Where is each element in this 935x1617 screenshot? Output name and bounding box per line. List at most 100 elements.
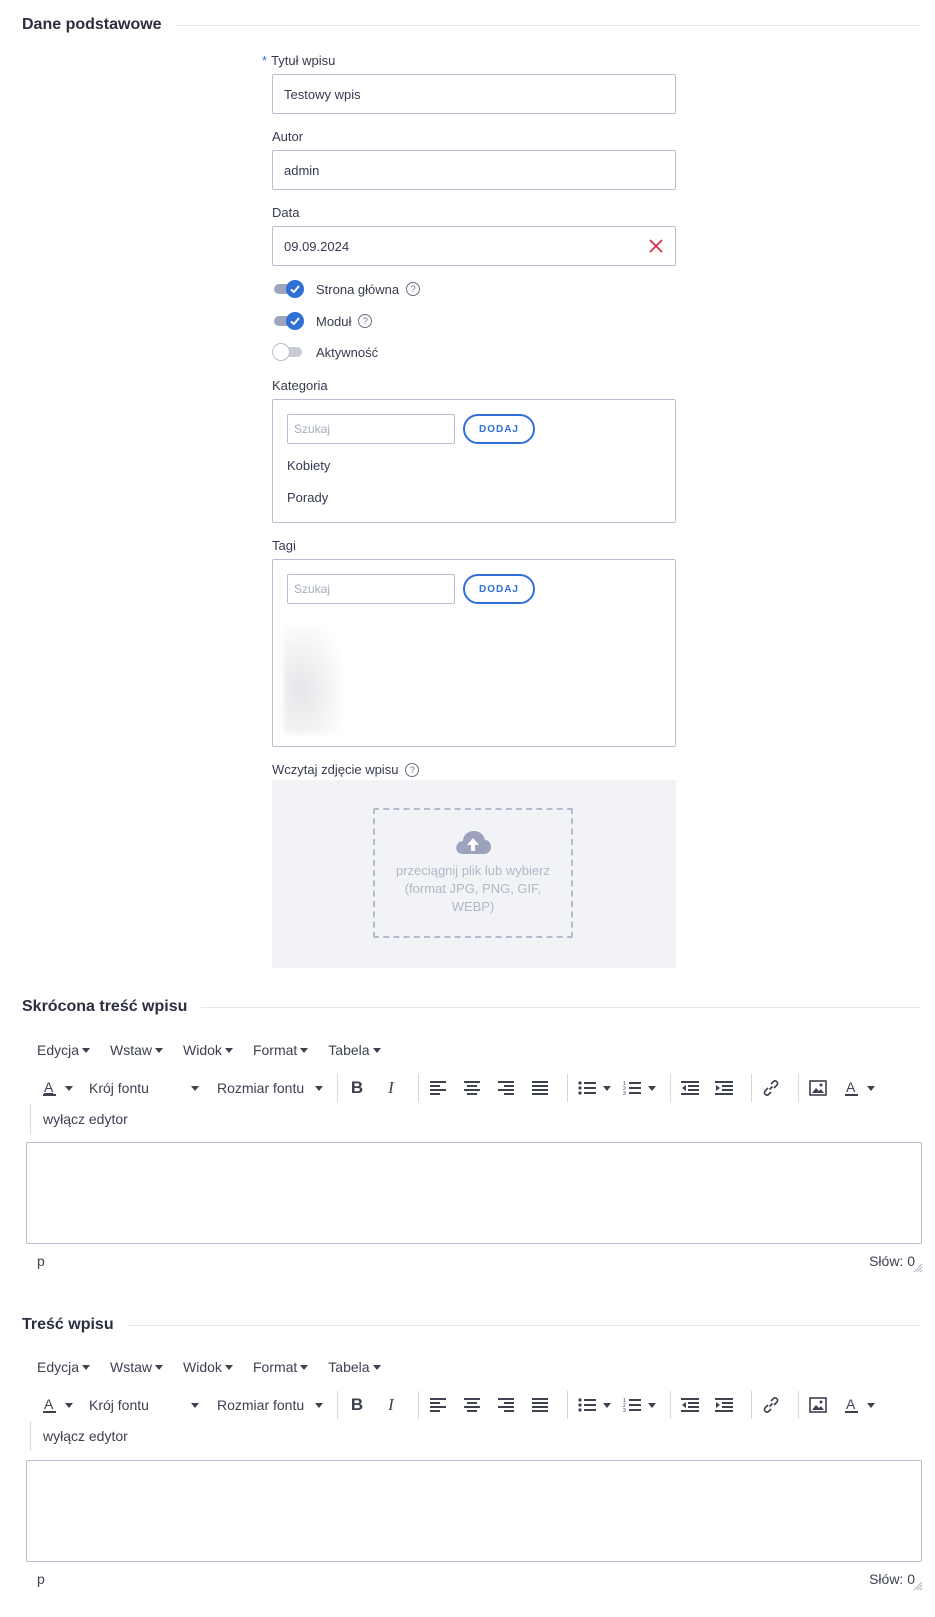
- svg-text:3: 3: [623, 1091, 626, 1096]
- active-switch[interactable]: [272, 342, 304, 362]
- editor-statusbar: p Słów: 0: [37, 1251, 923, 1273]
- link-icon[interactable]: [758, 1075, 784, 1101]
- caret-down-icon: [65, 1085, 73, 1091]
- post-title-value: Testowy wpis: [284, 86, 361, 102]
- font-family-select[interactable]: Krój fontu: [89, 1080, 199, 1096]
- resize-handle-icon[interactable]: [913, 1263, 923, 1273]
- content-editor[interactable]: [26, 1460, 922, 1562]
- outdent-icon[interactable]: [677, 1392, 703, 1418]
- menu-insert[interactable]: Wstaw: [110, 1359, 164, 1375]
- tags-add-button[interactable]: DODAJ: [463, 574, 535, 604]
- category-label: Kategoria: [272, 378, 328, 393]
- short-content-editor[interactable]: [26, 1142, 922, 1244]
- category-add-button[interactable]: DODAJ: [463, 414, 535, 444]
- cloud-upload-icon: [456, 831, 491, 854]
- file-dropzone[interactable]: przeciągnij plik lub wybierz (format JPG…: [373, 808, 573, 938]
- background-color-icon: A: [839, 1075, 865, 1101]
- svg-text:A: A: [44, 1396, 54, 1412]
- resize-handle-icon[interactable]: [913, 1581, 923, 1591]
- background-color-button[interactable]: A: [839, 1392, 875, 1418]
- toggle-module[interactable]: Moduł ?: [272, 311, 373, 331]
- date-input[interactable]: 09.09.2024: [272, 226, 676, 266]
- section-basic: Dane podstawowe: [22, 16, 921, 34]
- align-right-icon[interactable]: [493, 1392, 519, 1418]
- caret-down-icon: [155, 1364, 164, 1370]
- toggle-editor-button[interactable]: wyłącz edytor: [30, 1421, 128, 1451]
- menu-format[interactable]: Format: [253, 1042, 309, 1058]
- tags-box: Szukaj DODAJ: [272, 559, 676, 747]
- section-title: Treść wpisu: [22, 1316, 114, 1333]
- menu-format[interactable]: Format: [253, 1359, 309, 1375]
- italic-icon[interactable]: I: [378, 1075, 404, 1101]
- module-switch[interactable]: [272, 311, 304, 331]
- menu-table[interactable]: Tabela: [328, 1042, 381, 1058]
- check-icon: [286, 312, 304, 330]
- font-size-select[interactable]: Rozmiar fontu: [217, 1397, 323, 1413]
- outdent-icon[interactable]: [677, 1075, 703, 1101]
- element-path[interactable]: p: [37, 1571, 45, 1587]
- background-color-button[interactable]: A: [839, 1075, 875, 1101]
- toggle-homepage[interactable]: Strona główna ?: [272, 279, 421, 299]
- align-justify-icon[interactable]: [527, 1075, 553, 1101]
- bullet-list-button[interactable]: [574, 1075, 611, 1101]
- help-icon[interactable]: ?: [358, 314, 373, 328]
- align-justify-icon[interactable]: [527, 1392, 553, 1418]
- category-item[interactable]: Kobiety: [287, 458, 330, 473]
- post-title-label: * Tytuł wpisu: [262, 53, 335, 68]
- menu-insert[interactable]: Wstaw: [110, 1042, 164, 1058]
- menu-table[interactable]: Tabela: [328, 1359, 381, 1375]
- author-label: Autor: [272, 129, 304, 144]
- indent-icon[interactable]: [711, 1075, 737, 1101]
- text-color-button[interactable]: A: [37, 1392, 73, 1418]
- section-content: Treść wpisu: [22, 1316, 921, 1334]
- italic-icon[interactable]: I: [378, 1392, 404, 1418]
- align-left-icon[interactable]: [425, 1075, 451, 1101]
- indent-icon[interactable]: [711, 1392, 737, 1418]
- caret-down-icon: [867, 1085, 875, 1091]
- tags-label: Tagi: [272, 538, 296, 553]
- clear-date-icon[interactable]: [647, 237, 665, 255]
- image-icon[interactable]: [805, 1392, 831, 1418]
- text-color-button[interactable]: A: [37, 1075, 73, 1101]
- caret-down-icon: [648, 1402, 656, 1408]
- author-value: admin: [284, 162, 320, 178]
- font-size-select[interactable]: Rozmiar fontu: [217, 1080, 323, 1096]
- numbered-list-button[interactable]: 123: [619, 1075, 656, 1101]
- align-left-icon[interactable]: [425, 1392, 451, 1418]
- homepage-switch[interactable]: [272, 279, 304, 299]
- caret-down-icon: [155, 1047, 164, 1053]
- help-icon[interactable]: ?: [406, 282, 421, 296]
- menu-view[interactable]: Widok: [183, 1359, 233, 1375]
- author-input[interactable]: admin: [272, 150, 676, 190]
- tags-list-blurred: [283, 624, 343, 734]
- toggle-editor-button[interactable]: wyłącz edytor: [30, 1104, 128, 1134]
- upload-label: Wczytaj zdjęcie wpisu ?: [272, 762, 420, 777]
- caret-down-icon: [224, 1047, 233, 1053]
- bullet-list-icon: [574, 1075, 600, 1101]
- bullet-list-button[interactable]: [574, 1392, 611, 1418]
- link-icon[interactable]: [758, 1392, 784, 1418]
- align-right-icon[interactable]: [493, 1075, 519, 1101]
- section-title: Skrócona treść wpisu: [22, 998, 188, 1015]
- menu-edit[interactable]: Edycja: [37, 1359, 91, 1375]
- image-icon[interactable]: [805, 1075, 831, 1101]
- caret-down-icon: [648, 1085, 656, 1091]
- help-icon[interactable]: ?: [405, 762, 420, 777]
- align-center-icon[interactable]: [459, 1075, 485, 1101]
- post-title-input[interactable]: Testowy wpis: [272, 74, 676, 114]
- align-center-icon[interactable]: [459, 1392, 485, 1418]
- menu-edit[interactable]: Edycja: [37, 1042, 91, 1058]
- bold-icon[interactable]: B: [344, 1075, 370, 1101]
- bold-icon[interactable]: B: [344, 1392, 370, 1418]
- category-item[interactable]: Porady: [287, 490, 328, 505]
- tags-search-input[interactable]: Szukaj: [287, 574, 455, 604]
- element-path[interactable]: p: [37, 1253, 45, 1269]
- font-family-select[interactable]: Krój fontu: [89, 1397, 199, 1413]
- toggle-active[interactable]: Aktywność: [272, 342, 378, 362]
- menu-view[interactable]: Widok: [183, 1042, 233, 1058]
- editor-menubar: Edycja Wstaw Widok Format Tabela: [37, 1357, 401, 1377]
- numbered-list-button[interactable]: 123: [619, 1392, 656, 1418]
- category-search-input[interactable]: Szukaj: [287, 414, 455, 444]
- caret-down-icon: [315, 1402, 323, 1408]
- post-title-label-text: Tytuł wpisu: [271, 53, 336, 68]
